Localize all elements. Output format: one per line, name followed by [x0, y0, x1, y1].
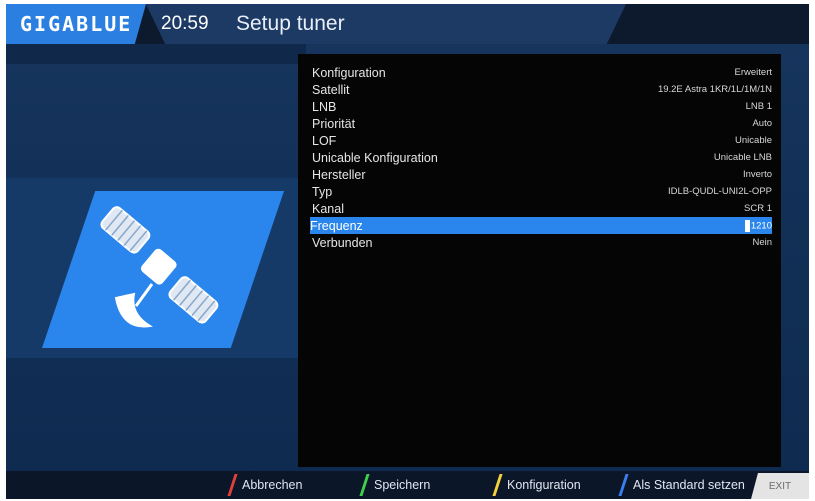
menu-row-value: Unicable LNB	[713, 152, 772, 163]
menu-row-label: LOF	[312, 133, 337, 148]
menu-row-value: Unicable	[735, 135, 772, 146]
clock: 20:59	[161, 13, 209, 34]
blue-button-set-default[interactable]: Als Standard setzen	[618, 471, 745, 499]
menu-row-label: Frequenz	[310, 218, 363, 233]
menu-row-label: Konfiguration	[312, 65, 386, 80]
menu-row-label: LNB	[312, 99, 337, 114]
frequency-input[interactable]: 1210	[744, 219, 772, 232]
menu-row-frequenz[interactable]: Frequenz 1210	[310, 217, 772, 234]
menu-row-value: Nein	[752, 237, 772, 248]
page-title: Setup tuner	[236, 12, 345, 35]
brand-logo: GIGABLUE	[6, 4, 146, 44]
header-title-band	[146, 4, 626, 44]
menu-row-value: Erweitert	[734, 67, 772, 78]
menu-row-value: Inverto	[742, 169, 772, 180]
menu-row-value: SCR 1	[744, 203, 772, 214]
green-button-label: Speichern	[374, 478, 431, 492]
blue-button-label: Als Standard setzen	[633, 478, 745, 492]
menu-row-value: 19.2E Astra 1KR/1L/1M/1N	[657, 84, 772, 95]
menu-row-label: Hersteller	[312, 167, 366, 182]
decorative-band-top	[6, 44, 306, 64]
exit-button-label: EXIT	[768, 480, 792, 492]
menu-row-label: Kanal	[312, 201, 344, 216]
green-button-save[interactable]: Speichern	[359, 471, 431, 499]
menu-row-value: IDLB-QUDL-UNI2L-OPP	[668, 186, 772, 197]
red-button-cancel[interactable]: Abbrechen	[227, 471, 303, 499]
red-button-label: Abbrechen	[242, 478, 303, 492]
menu-row-unicable-konfiguration[interactable]: Unicable Konfiguration Unicable LNB	[312, 149, 772, 166]
satellite-icon	[100, 206, 219, 328]
menu-row-verbunden[interactable]: Verbunden Nein	[312, 234, 772, 251]
menu-row-value: 1210	[750, 220, 772, 232]
menu-row-kanal[interactable]: Kanal SCR 1	[312, 200, 772, 217]
brand-logo-text: GIGABLUE	[20, 12, 133, 36]
menu-row-label: Typ	[312, 184, 333, 199]
menu-row-value: LNB 1	[745, 101, 772, 112]
menu-row-satellit[interactable]: Satellit 19.2E Astra 1KR/1L/1M/1N	[312, 81, 772, 98]
yellow-button-label: Konfiguration	[507, 478, 581, 492]
menu-row-lof[interactable]: LOF Unicable	[312, 132, 772, 149]
menu-row-typ[interactable]: Typ IDLB-QUDL-UNI2L-OPP	[312, 183, 772, 200]
menu-row-label: Unicable Konfiguration	[312, 150, 438, 165]
menu-row-label: Priorität	[312, 116, 356, 131]
yellow-button-configuration[interactable]: Konfiguration	[492, 471, 581, 499]
menu-row-value: Auto	[752, 118, 772, 129]
menu-row-lnb[interactable]: LNB LNB 1	[312, 98, 772, 115]
menu-row-label: Satellit	[312, 82, 350, 97]
menu-row-konfiguration[interactable]: Konfiguration Erweitert	[312, 64, 772, 81]
exit-button[interactable]: EXIT	[751, 473, 809, 499]
text-cursor	[744, 219, 750, 232]
menu-row-hersteller[interactable]: Hersteller Inverto	[312, 166, 772, 183]
menu-row-prioritaet[interactable]: Priorität Auto	[312, 115, 772, 132]
menu-row-label: Verbunden	[312, 235, 373, 250]
settings-menu: Konfiguration Erweitert Satellit 19.2E A…	[298, 54, 781, 467]
tv-screen: GIGABLUE 20:59 Setup tuner Konfiguration…	[6, 4, 809, 499]
